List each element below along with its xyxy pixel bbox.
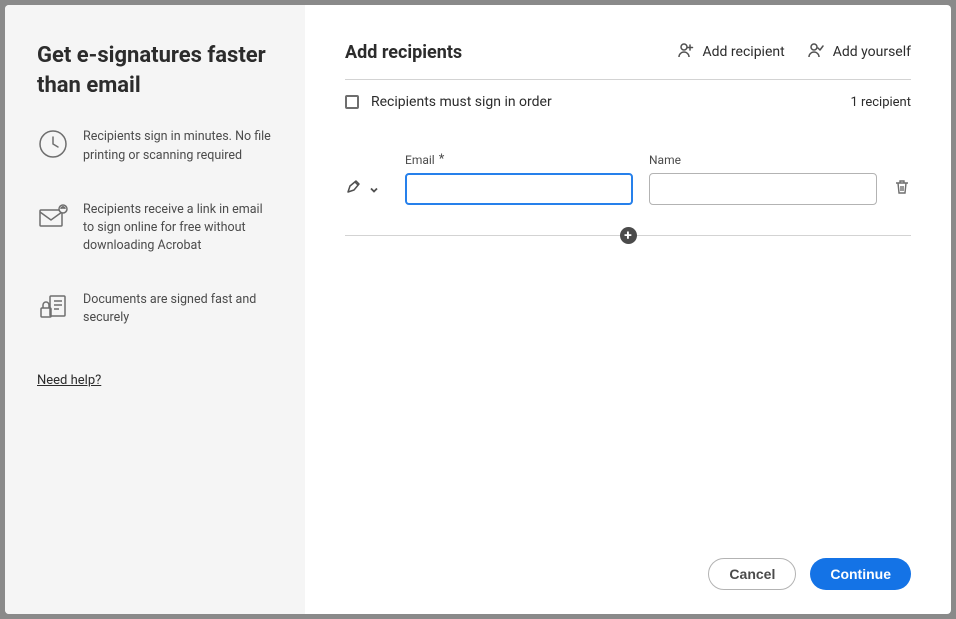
main-header: Add recipients Add recipient: [345, 41, 911, 80]
secure-document-icon: [37, 291, 69, 323]
add-recipient-label: Add recipient: [703, 44, 785, 60]
sign-in-order-checkbox[interactable]: Recipients must sign in order: [345, 94, 552, 110]
email-label: Email *: [405, 152, 633, 167]
required-star-icon: *: [439, 152, 445, 167]
recipient-form: Email * Name: [345, 152, 911, 236]
cancel-button[interactable]: Cancel: [708, 558, 796, 590]
name-label: Name: [649, 153, 877, 167]
benefit-item: Documents are signed fast and securely: [37, 291, 273, 327]
benefit-item: Recipients receive a link in email to si…: [37, 201, 273, 255]
add-yourself-button[interactable]: Add yourself: [807, 41, 911, 63]
benefit-item: Recipients sign in minutes. No file prin…: [37, 128, 273, 164]
person-check-icon: [807, 41, 825, 63]
plus-icon: +: [624, 229, 632, 243]
sidebar-title: Get e-signatures faster than email: [37, 41, 273, 100]
benefit-text: Documents are signed fast and securely: [83, 291, 273, 327]
email-input[interactable]: [405, 173, 633, 205]
form-labels: Email * Name: [345, 152, 911, 167]
recipient-count: 1 recipient: [851, 95, 911, 110]
chevron-down-icon: [369, 180, 379, 199]
checkbox-label: Recipients must sign in order: [371, 94, 552, 110]
recipient-row: [345, 173, 911, 205]
name-input[interactable]: [649, 173, 877, 205]
main-panel: Add recipients Add recipient: [305, 5, 951, 614]
add-row-divider: +: [345, 235, 911, 236]
role-selector[interactable]: [345, 178, 389, 200]
person-plus-icon: [677, 41, 695, 63]
delete-recipient-button[interactable]: [893, 178, 911, 200]
sidebar: Get e-signatures faster than email Recip…: [5, 5, 305, 614]
options-row: Recipients must sign in order 1 recipien…: [345, 80, 911, 124]
benefit-text: Recipients sign in minutes. No file prin…: [83, 128, 273, 164]
pen-icon: [345, 178, 363, 200]
add-recipient-row-button[interactable]: +: [620, 227, 637, 244]
continue-button[interactable]: Continue: [810, 558, 911, 590]
main-title: Add recipients: [345, 42, 462, 63]
benefit-text: Recipients receive a link in email to si…: [83, 201, 273, 255]
esignature-dialog: Get e-signatures faster than email Recip…: [5, 5, 951, 614]
add-yourself-label: Add yourself: [833, 44, 911, 60]
trash-icon: [893, 178, 911, 200]
help-link[interactable]: Need help?: [37, 373, 273, 388]
clock-icon: [37, 128, 69, 160]
header-actions: Add recipient Add yourself: [677, 41, 911, 63]
email-notify-icon: [37, 201, 69, 233]
dialog-footer: Cancel Continue: [345, 542, 911, 590]
add-recipient-button[interactable]: Add recipient: [677, 41, 785, 63]
checkbox-box-icon: [345, 95, 359, 109]
